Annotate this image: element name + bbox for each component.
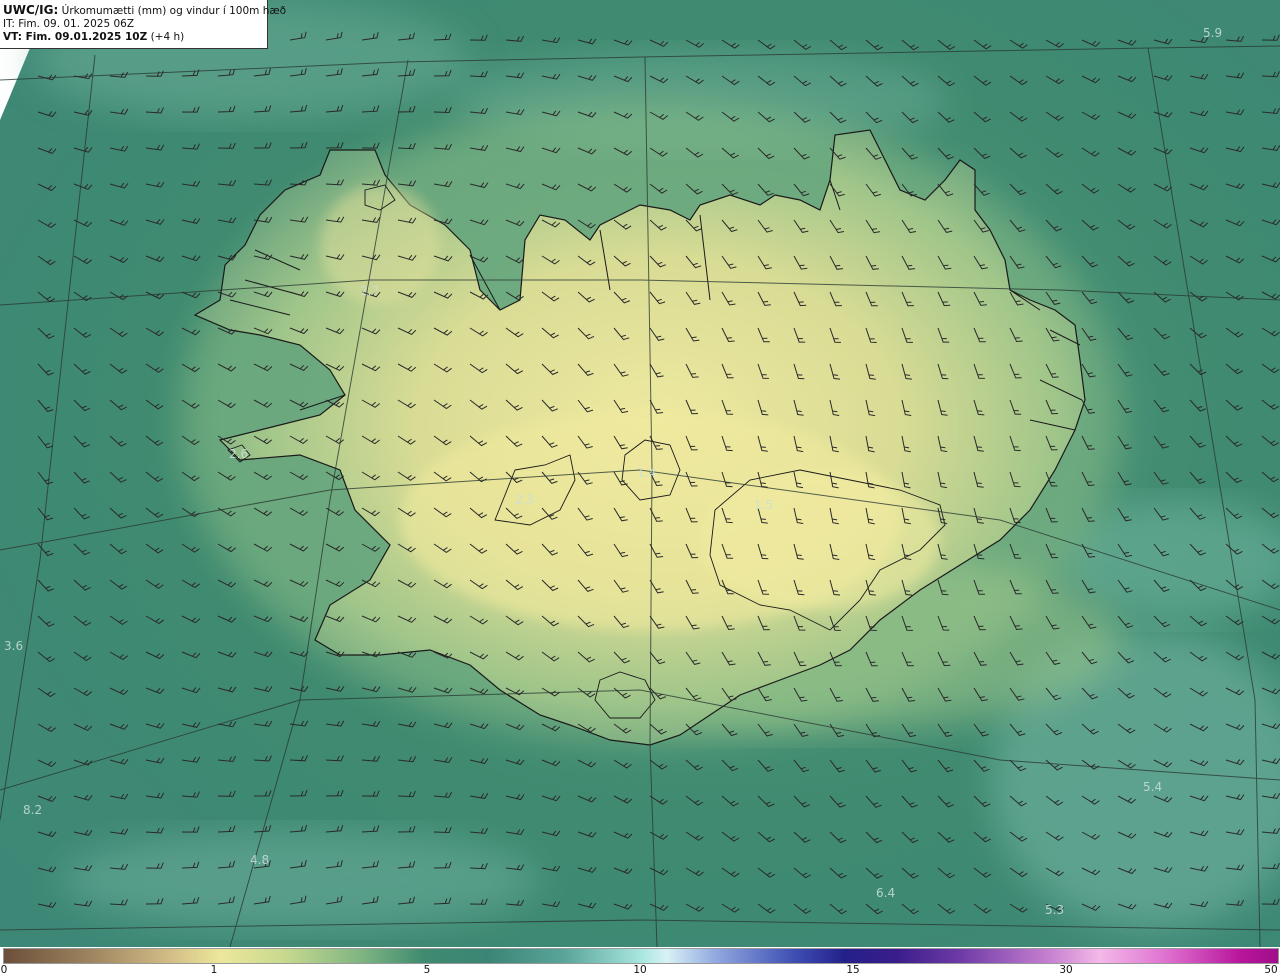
value-label: 2.7 — [360, 284, 380, 298]
issue-time: IT: Fim. 09. 01. 2025 06Z — [3, 18, 135, 30]
value-label: 5.9 — [1203, 26, 1223, 40]
map-title: Úrkomumætti (mm) og vindur í 100m hæð — [61, 5, 287, 17]
colorbar-tick: 10 — [633, 964, 647, 976]
value-label: 2.6 — [229, 447, 249, 461]
colorbar-ramp — [3, 948, 1279, 964]
valid-time: VT: Fim. 09.01.2025 10Z — [3, 31, 148, 43]
value-label: 6.4 — [876, 886, 896, 900]
colorbar-tick: 15 — [846, 964, 860, 976]
colorbar-tick: 5 — [423, 964, 431, 976]
colorbar-tick: 50 — [1264, 964, 1278, 976]
value-label: 8.2 — [23, 803, 43, 817]
map-header: UWC/IG: Úrkomumætti (mm) og vindur í 100… — [0, 0, 286, 49]
forecast-offset: (+4 h) — [150, 31, 185, 43]
value-label: 1.5 — [754, 498, 774, 512]
colorbar-tick: 0 — [0, 964, 8, 976]
product-code: UWC/IG: — [3, 3, 59, 17]
value-label: 3.6 — [4, 639, 24, 653]
colorbar-tick: 30 — [1059, 964, 1073, 976]
value-label: 1.4 — [637, 466, 657, 480]
colorbar-tick: 1 — [210, 964, 218, 976]
value-label: 4.8 — [250, 853, 270, 867]
colorbar: 0 1 5 10 15 30 50 — [0, 947, 1280, 978]
value-label: 2.3 — [515, 493, 535, 507]
map-panel: 5.9 2.7 2.6 3.6 1.4 2.3 1.5 8.2 4.8 5.4 … — [0, 0, 1280, 947]
value-label: 5.3 — [1045, 903, 1065, 917]
value-label: 5.4 — [1143, 780, 1163, 794]
